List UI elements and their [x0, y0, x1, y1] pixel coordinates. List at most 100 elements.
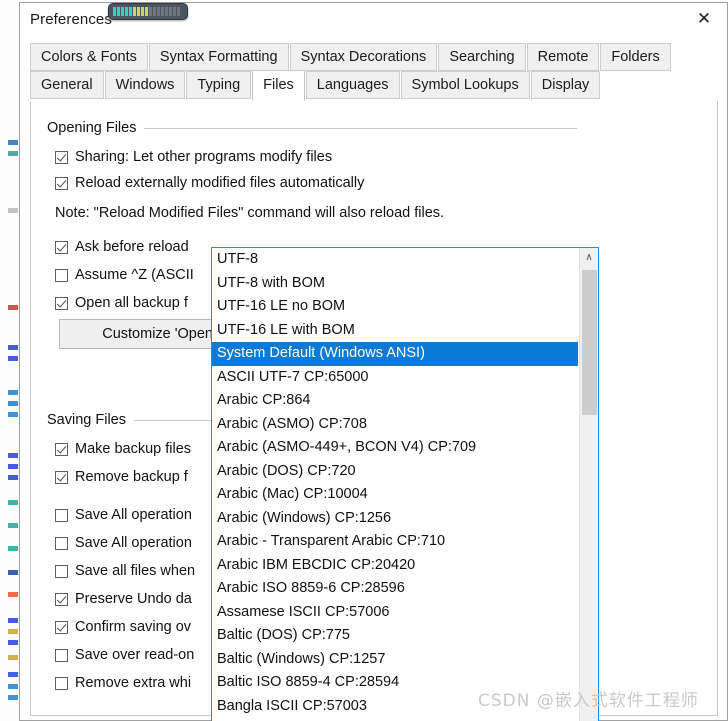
encoding-option[interactable]: Arabic (Windows) CP:1256 — [212, 507, 578, 531]
tab-typing[interactable]: Typing — [186, 71, 252, 99]
tab-windows[interactable]: Windows — [104, 71, 186, 99]
gauge-segment — [113, 7, 116, 16]
tab-remote[interactable]: Remote — [526, 43, 600, 71]
checkbox-reload-externally-label: Reload externally modified files automat… — [75, 175, 365, 191]
chevron-up-icon[interactable]: ∧ — [580, 248, 598, 266]
checkbox-make-backup[interactable] — [55, 442, 68, 456]
gauge-segment — [161, 7, 164, 16]
encoding-option-selected[interactable]: System Default (Windows ANSI) — [212, 342, 578, 366]
tab-syntax-decorations[interactable]: Syntax Decorations — [289, 43, 438, 71]
checkbox-save-over-read-only[interactable] — [55, 648, 68, 662]
encoding-option[interactable]: UTF-16 LE with BOM — [212, 319, 578, 343]
tab-folders[interactable]: Folders — [600, 43, 671, 71]
checkbox-confirm-saving-over[interactable] — [55, 620, 68, 634]
encoding-option[interactable]: Arabic IBM EBCDIC CP:20420 — [212, 554, 578, 578]
code-line — [8, 618, 18, 623]
code-line — [8, 475, 18, 480]
tab-symbol-lookups[interactable]: Symbol Lookups — [400, 71, 530, 99]
code-line — [8, 500, 18, 505]
encoding-option[interactable]: Bangla ISCII CP:57003 — [212, 695, 578, 719]
code-line — [8, 140, 18, 145]
gauge-bar — [113, 7, 180, 16]
code-line — [8, 672, 18, 677]
dialog-title: Preferences — [30, 11, 112, 28]
tab-searching[interactable]: Searching — [438, 43, 526, 71]
encoding-dropdown-list[interactable]: UTF-8 UTF-8 with BOM UTF-16 LE no BOM UT… — [211, 247, 599, 721]
checkbox-sharing-row[interactable]: Sharing: Let other programs modify files — [55, 147, 577, 167]
code-line — [8, 640, 18, 645]
tab-strip: Colors & Fonts Syntax Formatting Syntax … — [30, 43, 718, 101]
tab-languages[interactable]: Languages — [305, 71, 400, 99]
checkbox-remove-backup[interactable] — [55, 470, 68, 484]
encoding-option[interactable]: Arabic ISO 8859-6 CP:28596 — [212, 577, 578, 601]
checkbox-reload-externally-row[interactable]: Reload externally modified files automat… — [55, 173, 577, 193]
code-line — [8, 592, 18, 597]
gauge-segment — [157, 7, 160, 16]
code-line — [8, 570, 18, 575]
gauge-segment — [141, 7, 144, 16]
code-line — [8, 453, 18, 458]
close-icon[interactable]: ✕ — [681, 3, 727, 35]
encoding-option[interactable]: UTF-8 with BOM — [212, 272, 578, 296]
reload-note-text: Note: "Reload Modified Files" command wi… — [55, 205, 445, 221]
checkbox-ask-before-reload[interactable] — [55, 240, 68, 254]
code-line — [8, 390, 18, 395]
tab-colors-and-fonts[interactable]: Colors & Fonts — [30, 43, 148, 71]
encoding-dropdown-scrollbar[interactable]: ∧ — [579, 248, 598, 721]
gauge-segment — [117, 7, 120, 16]
encoding-option[interactable]: Baltic (Windows) CP:1257 — [212, 648, 578, 672]
code-line — [8, 684, 18, 689]
scrollbar-thumb[interactable] — [582, 270, 597, 415]
preferences-dialog: Preferences ✕ Colors & Fonts Syntax Form… — [19, 2, 728, 721]
code-line — [8, 412, 18, 417]
gauge-segment — [165, 7, 168, 16]
checkbox-preserve-undo[interactable] — [55, 592, 68, 606]
code-line — [8, 464, 18, 469]
encoding-option[interactable]: Arabic (Mac) CP:10004 — [212, 483, 578, 507]
checkbox-open-all-backup[interactable] — [55, 296, 68, 310]
background-editor-sliver — [0, 0, 18, 721]
opening-files-group-header: Opening Files — [47, 119, 577, 137]
gauge-segment — [137, 7, 140, 16]
code-line — [8, 546, 18, 551]
code-line — [8, 345, 18, 350]
encoding-option[interactable]: Arabic - Transparent Arabic CP:710 — [212, 530, 578, 554]
saving-files-group-label: Saving Files — [47, 412, 126, 428]
tab-general[interactable]: General — [30, 71, 104, 99]
checkbox-sharing[interactable] — [55, 150, 68, 164]
encoding-option[interactable]: UTF-16 LE no BOM — [212, 295, 578, 319]
encoding-option[interactable]: Arabic (DOS) CP:720 — [212, 460, 578, 484]
code-line — [8, 523, 18, 528]
encoding-option[interactable]: UTF-8 — [212, 248, 578, 272]
gauge-segment — [125, 7, 128, 16]
tab-syntax-formatting[interactable]: Syntax Formatting — [148, 43, 289, 71]
encoding-option-list[interactable]: UTF-8 UTF-8 with BOM UTF-16 LE no BOM UT… — [212, 248, 578, 721]
toolbar-gauge-widget[interactable] — [108, 3, 188, 20]
tab-row-bottom: General Windows Typing Files Languages S… — [30, 70, 718, 101]
tab-files[interactable]: Files — [252, 70, 305, 101]
checkbox-save-all-files-when[interactable] — [55, 564, 68, 578]
checkbox-assume-ctrl-z[interactable] — [55, 268, 68, 282]
encoding-option[interactable]: ASCII UTF-7 CP:65000 — [212, 366, 578, 390]
encoding-option[interactable]: Arabic (ASMO-449+, BCON V4) CP:709 — [212, 436, 578, 460]
checkbox-reload-externally[interactable] — [55, 176, 68, 190]
checkbox-save-all-files-when-label: Save all files when — [75, 563, 196, 579]
checkbox-save-all-operation-2[interactable] — [55, 536, 68, 550]
encoding-option[interactable]: Arabic CP:864 — [212, 389, 578, 413]
encoding-option[interactable]: Assamese ISCII CP:57006 — [212, 601, 578, 625]
gauge-segment — [121, 7, 124, 16]
gauge-segment — [153, 7, 156, 16]
tab-row-top: Colors & Fonts Syntax Formatting Syntax … — [30, 43, 718, 71]
gauge-segment — [145, 7, 148, 16]
encoding-option[interactable]: Baltic ISO 8859-4 CP:28594 — [212, 671, 578, 695]
encoding-option[interactable]: Baltic (DOS) CP:775 — [212, 624, 578, 648]
tab-display[interactable]: Display — [530, 71, 601, 99]
gauge-segment — [149, 7, 152, 16]
checkbox-confirm-saving-over-label: Confirm saving ov — [75, 619, 192, 635]
checkbox-save-all-operation-1[interactable] — [55, 508, 68, 522]
encoding-option[interactable]: Arabic (ASMO) CP:708 — [212, 413, 578, 437]
checkbox-remove-extra-whitespace[interactable] — [55, 676, 68, 690]
gauge-segment — [177, 7, 180, 16]
checkbox-sharing-label: Sharing: Let other programs modify files — [75, 149, 333, 165]
screen-root: Preferences ✕ Colors & Fonts Syntax Form… — [0, 0, 728, 721]
